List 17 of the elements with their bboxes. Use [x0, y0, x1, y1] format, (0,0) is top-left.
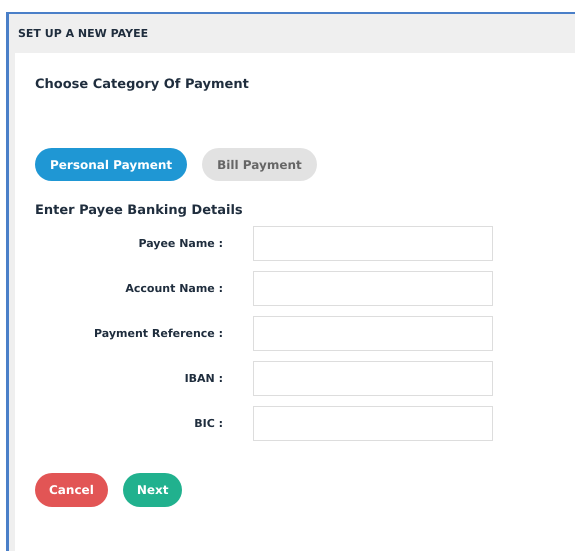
- input-field[interactable]: [253, 226, 493, 261]
- next-button[interactable]: Next: [122, 473, 182, 507]
- field-label: Payee Name :: [137, 237, 223, 250]
- section-heading: Enter Payee Banking Details: [35, 203, 244, 218]
- category-button[interactable]: Bill Payment: [202, 148, 317, 181]
- field-label: IBAN :: [184, 372, 223, 385]
- input-field[interactable]: [253, 271, 493, 306]
- input-field[interactable]: [253, 406, 493, 441]
- field-label: Account Name :: [124, 282, 223, 295]
- cancel-button[interactable]: Cancel: [35, 473, 108, 507]
- panel-title: SET UP A NEW PAYEE: [18, 27, 148, 40]
- section-heading: Choose Category Of Payment: [35, 77, 250, 92]
- field-label: Payment Reference :: [93, 327, 223, 340]
- input-field[interactable]: [253, 316, 493, 351]
- input-field[interactable]: [253, 361, 493, 396]
- category-button[interactable]: Personal Payment: [35, 148, 188, 181]
- field-label: BIC :: [193, 417, 223, 430]
